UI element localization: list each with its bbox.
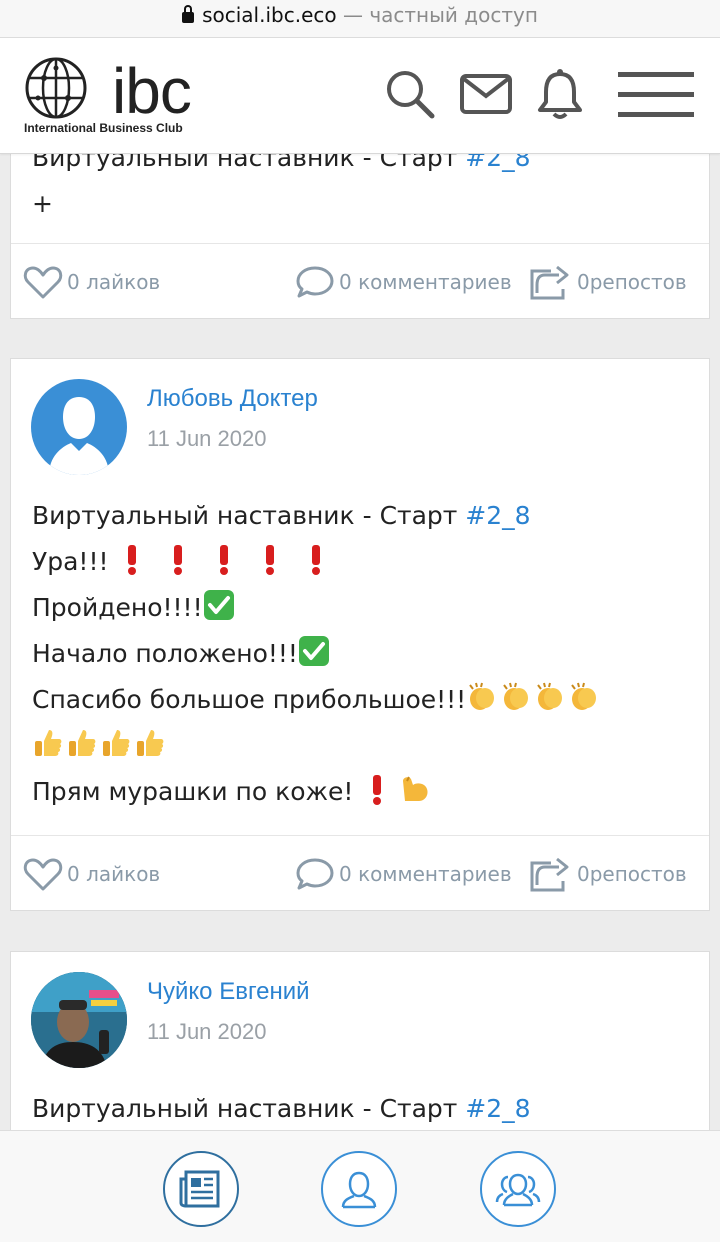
- browser-url-bar[interactable]: social.ibc.eco — частный доступ: [0, 0, 720, 38]
- bottom-navigation: [0, 1130, 720, 1242]
- post-card: Чуйко Евгений 11 Jun 2020 Виртуальный на…: [10, 951, 710, 1130]
- like-button[interactable]: 0 лайков: [23, 836, 160, 911]
- repost-button[interactable]: 0репостов: [529, 244, 687, 319]
- post-text-line: Виртуальный наставник - Старт: [32, 501, 466, 530]
- profile-icon: [341, 1171, 377, 1209]
- post-text-line: Виртуальный наставник - Старт: [32, 1094, 466, 1123]
- check-mark-emoji: [203, 590, 234, 620]
- search-icon[interactable]: [384, 68, 436, 120]
- post-text-line: Ура!!!: [32, 547, 117, 576]
- nav-groups-button[interactable]: [480, 1151, 556, 1227]
- exclamation-emoji: [174, 545, 183, 575]
- post-actions: 0 лайков 0 комментариев 0репостов: [11, 835, 709, 910]
- nav-news-button[interactable]: [163, 1151, 239, 1227]
- clapping-hands-emoji: [469, 682, 495, 710]
- check-mark-emoji: [298, 636, 329, 666]
- comments-count: 0 комментариев: [339, 269, 512, 294]
- logo-wordmark: ibc: [112, 55, 192, 127]
- post-card: Любовь Доктер 11 Jun 2020 Виртуальный на…: [10, 358, 710, 911]
- like-button[interactable]: 0 лайков: [23, 244, 160, 319]
- author-name[interactable]: Чуйко Евгений: [147, 978, 310, 1006]
- heart-icon: [23, 858, 63, 890]
- post-text-line: Спасибо большое прибольшое!!!: [32, 685, 467, 714]
- post-text-line: Начало положено!!!: [32, 639, 298, 668]
- share-icon: [530, 857, 569, 891]
- globe-logo-icon: [25, 57, 87, 119]
- exclamation-emoji: [373, 775, 382, 805]
- post-text-line: Прям мурашки по коже!: [32, 777, 362, 806]
- likes-count: 0 лайков: [67, 861, 161, 886]
- thumbs-up-emoji: [103, 730, 130, 756]
- ibc-logo[interactable]: ibc International Business Club: [24, 54, 194, 138]
- clapping-hands-emoji: [503, 682, 529, 710]
- lock-icon: [182, 5, 195, 23]
- post-text-line: +: [32, 189, 53, 218]
- post-text-line: Пройдено!!!!: [32, 593, 203, 622]
- bell-icon[interactable]: [536, 68, 584, 120]
- hashtag-link[interactable]: #2_8: [465, 501, 530, 530]
- post-body: Виртуальный наставник - Старт #2_8: [11, 1086, 531, 1130]
- post-date: 11 Jun 2020: [147, 1019, 267, 1044]
- news-icon: [179, 1170, 220, 1208]
- author-name[interactable]: Любовь Доктер: [147, 385, 318, 413]
- comment-button[interactable]: 0 комментариев: [295, 244, 512, 319]
- app-header: ibc International Business Club: [0, 38, 720, 154]
- url-domain: social.ibc.eco: [202, 3, 337, 27]
- comments-count: 0 комментариев: [339, 861, 512, 886]
- clapping-hands-emoji: [571, 682, 597, 710]
- comment-button[interactable]: 0 комментариев: [295, 836, 512, 911]
- reposts-count: 0репостов: [577, 269, 687, 294]
- post-body: Виртуальный наставник - Старт #2_8 +: [11, 154, 531, 227]
- avatar[interactable]: [31, 972, 127, 1068]
- hashtag-link[interactable]: #2_8: [465, 1094, 530, 1123]
- post-actions: 0 лайков 0 комментариев 0репостов: [11, 243, 709, 318]
- avatar[interactable]: [31, 379, 127, 475]
- thumbs-up-emoji: [137, 730, 164, 756]
- flexed-biceps-emoji: [403, 776, 428, 801]
- user-photo-icon: [31, 972, 127, 1068]
- repost-button[interactable]: 0репостов: [529, 836, 687, 911]
- exclamation-emoji: [312, 545, 321, 575]
- exclamation-emoji: [266, 545, 275, 575]
- post-body: Виртуальный наставник - Старт #2_8 Ура!!…: [11, 493, 701, 815]
- thumbs-up-emoji: [35, 730, 62, 756]
- url-suffix: — частный доступ: [336, 3, 538, 27]
- hashtag-link[interactable]: #2_8: [465, 154, 530, 172]
- likes-count: 0 лайков: [67, 269, 161, 294]
- post-text-line: Виртуальный наставник - Старт: [32, 154, 466, 172]
- logo-subtitle: International Business Club: [24, 121, 183, 135]
- news-feed[interactable]: Виртуальный наставник - Старт #2_8 + 0 л…: [0, 154, 720, 1130]
- heart-icon: [23, 266, 63, 298]
- exclamation-emoji: [128, 545, 137, 575]
- groups-icon: [495, 1173, 541, 1207]
- share-icon: [530, 265, 569, 299]
- nav-profile-button[interactable]: [321, 1151, 397, 1227]
- mail-icon[interactable]: [460, 74, 512, 114]
- comment-icon: [296, 858, 334, 889]
- post-date: 11 Jun 2020: [147, 426, 267, 451]
- clapping-hands-emoji: [537, 682, 563, 710]
- thumbs-up-emoji: [69, 730, 96, 756]
- exclamation-emoji: [220, 545, 229, 575]
- user-placeholder-icon: [49, 397, 109, 475]
- reposts-count: 0репостов: [577, 861, 687, 886]
- comment-icon: [296, 266, 334, 297]
- post-card: Виртуальный наставник - Старт #2_8 + 0 л…: [10, 154, 710, 319]
- menu-icon[interactable]: [616, 70, 696, 120]
